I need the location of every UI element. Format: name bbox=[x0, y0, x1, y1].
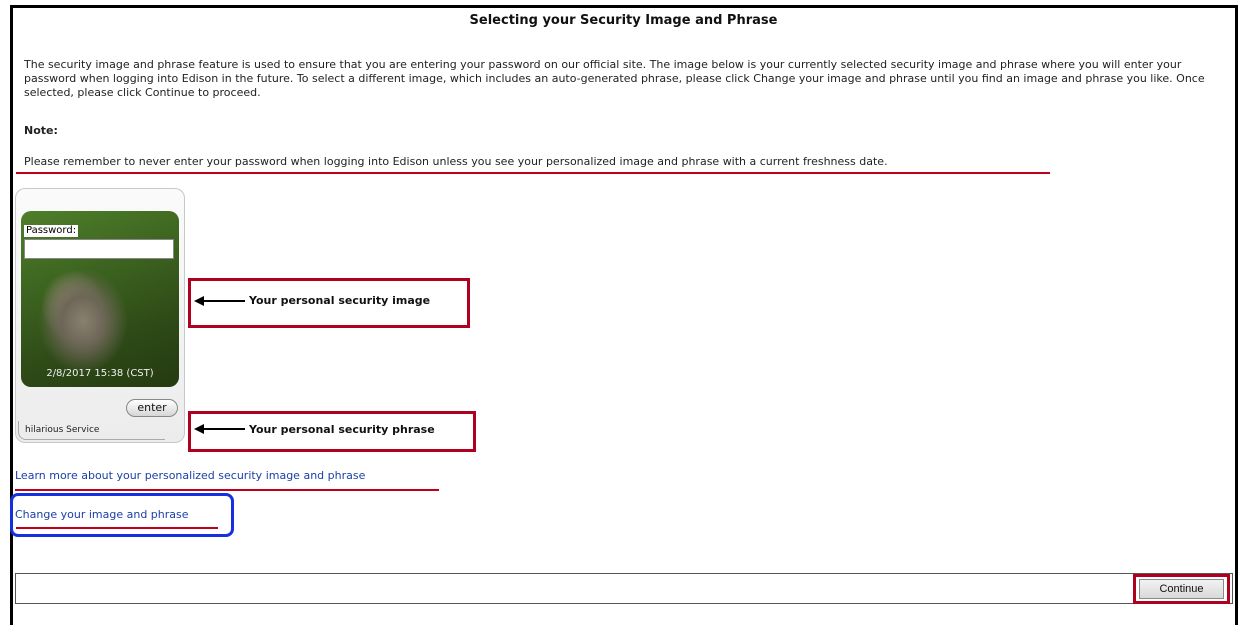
security-phrase-callout-text: Your personal security phrase bbox=[249, 423, 435, 436]
security-phrase-callout: Your personal security phrase bbox=[188, 411, 476, 452]
security-image: Password: 2/8/2017 15:38 (CST) bbox=[21, 211, 179, 387]
security-phrase: hilarious Service bbox=[18, 421, 165, 440]
enter-button[interactable]: enter bbox=[126, 399, 178, 417]
change-image-link[interactable]: Change your image and phrase bbox=[15, 508, 189, 521]
security-image-callout-text: Your personal security image bbox=[249, 294, 431, 307]
note-label: Note: bbox=[24, 124, 58, 137]
arrow-shaft bbox=[201, 300, 245, 302]
password-label: Password: bbox=[24, 225, 79, 237]
intro-text: The security image and phrase feature is… bbox=[24, 58, 1205, 99]
freshness-date: 2/8/2017 15:38 (CST) bbox=[46, 368, 154, 379]
security-image-callout: Your personal security image bbox=[188, 278, 470, 328]
password-input[interactable] bbox=[24, 239, 174, 259]
arrow-shaft bbox=[201, 428, 245, 430]
learn-more-underline bbox=[15, 489, 439, 491]
change-link-underline bbox=[16, 527, 218, 529]
security-widget: Password: 2/8/2017 15:38 (CST) enter hil… bbox=[15, 188, 185, 443]
reminder-underline bbox=[16, 172, 1050, 174]
continue-button[interactable]: Continue bbox=[1139, 579, 1224, 599]
reminder-text: Please remember to never enter your pass… bbox=[24, 155, 888, 168]
footer-bar bbox=[15, 573, 1233, 604]
learn-more-link[interactable]: Learn more about your personalized secur… bbox=[15, 469, 365, 482]
page-title: Selecting your Security Image and Phrase bbox=[469, 13, 778, 28]
